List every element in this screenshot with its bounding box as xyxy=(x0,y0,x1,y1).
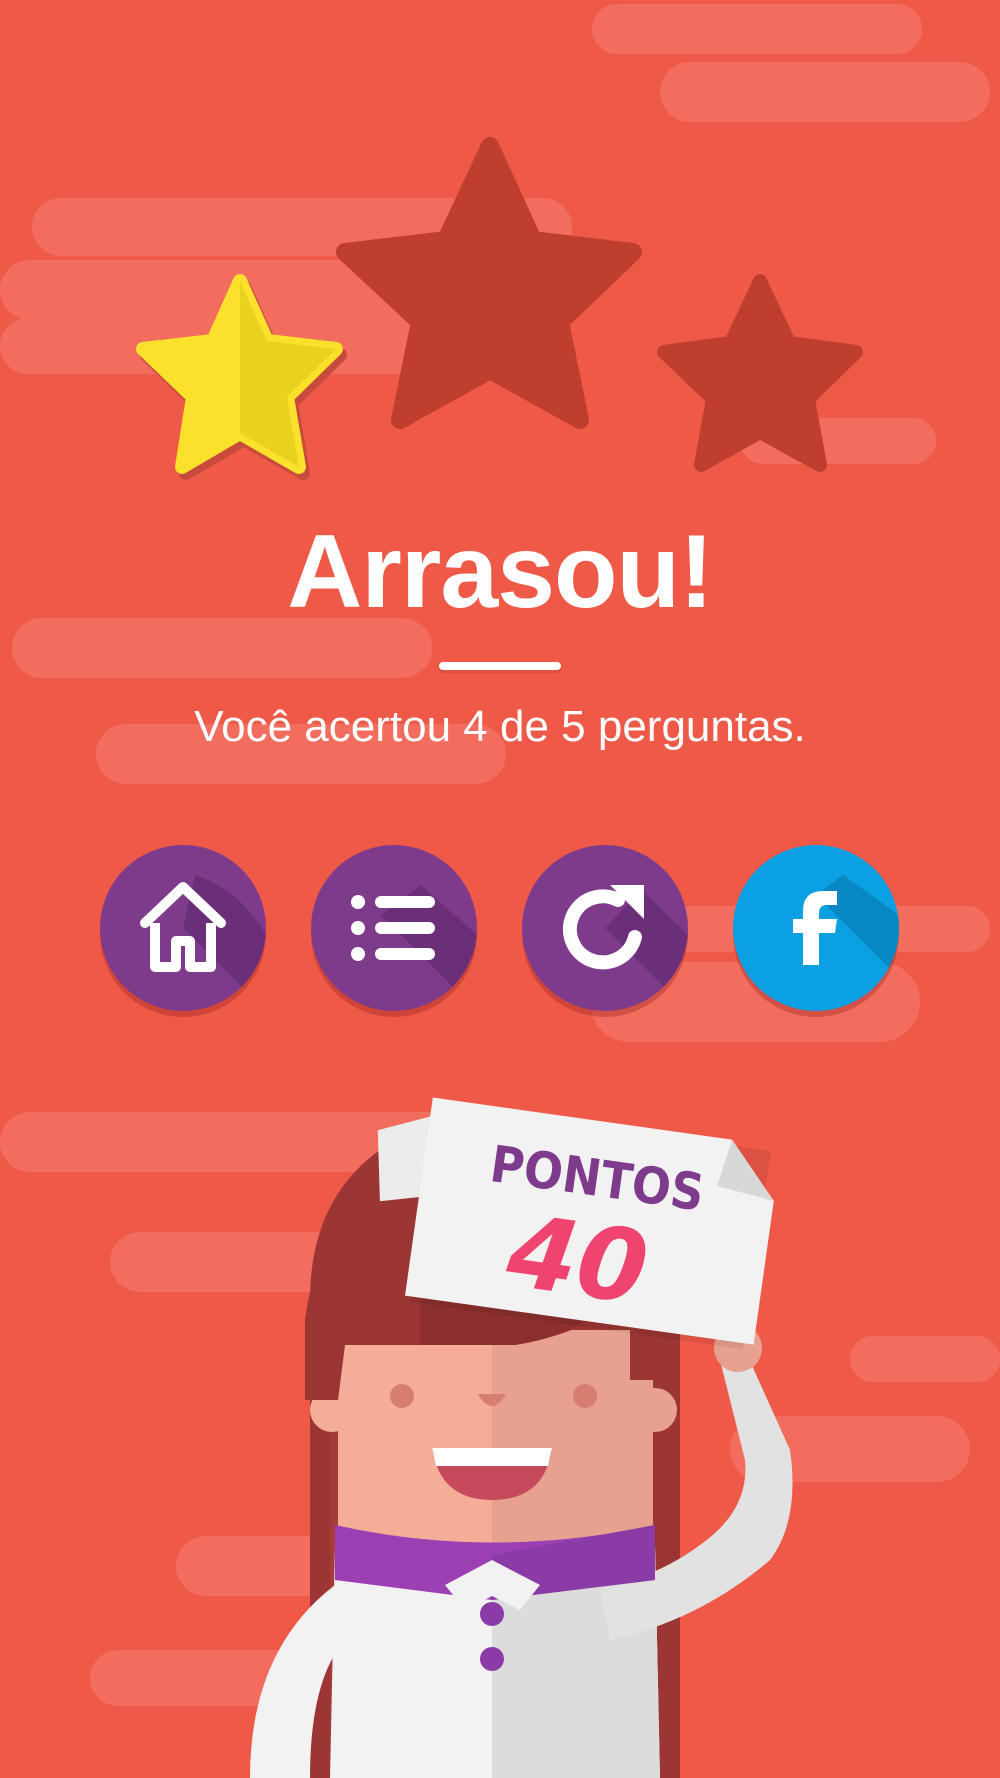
star-rating xyxy=(136,137,863,480)
list-icon xyxy=(351,885,477,1011)
score-value: 40 xyxy=(500,1192,655,1327)
home-button[interactable] xyxy=(100,845,266,1011)
facebook-share-button[interactable] xyxy=(733,845,899,1011)
star-2-empty-icon xyxy=(336,137,642,429)
result-message: Você acertou 4 de 5 perguntas. xyxy=(194,702,806,751)
facebook-icon xyxy=(793,875,899,978)
home-icon xyxy=(140,875,266,1011)
retry-button[interactable] xyxy=(522,845,688,1011)
headline-divider xyxy=(439,662,561,670)
refresh-icon xyxy=(562,885,688,1011)
result-headline: Arrasou! xyxy=(287,514,713,630)
question-list-button[interactable] xyxy=(311,845,477,1011)
